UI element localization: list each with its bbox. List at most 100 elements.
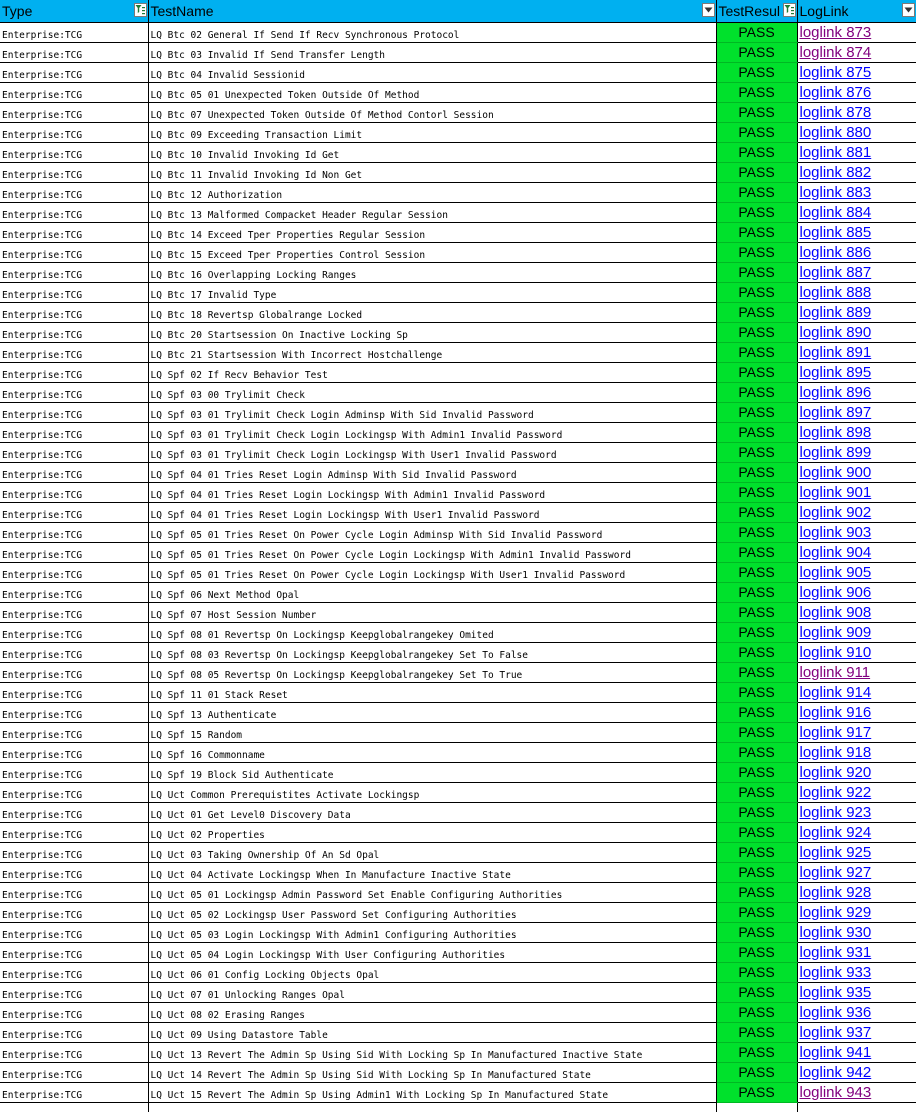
log-link-cell[interactable]: loglink 903 (797, 522, 916, 543)
type-cell[interactable]: Enterprise:TCG (0, 782, 149, 803)
test-result-cell[interactable]: PASS (716, 982, 798, 1003)
log-link[interactable]: loglink 937 (800, 1024, 872, 1041)
type-cell[interactable]: Enterprise:TCG (0, 622, 149, 643)
log-link-cell[interactable]: loglink 874 (797, 42, 916, 63)
log-link[interactable]: loglink 874 (800, 44, 872, 61)
log-link-cell[interactable]: loglink 901 (797, 482, 916, 503)
test-result-cell[interactable]: PASS (716, 162, 798, 183)
type-cell[interactable]: Enterprise:TCG (0, 162, 149, 183)
type-cell[interactable]: Enterprise:TCG (0, 922, 149, 943)
test-name-cell[interactable]: LQ Uct 14 Revert The Admin Sp Using Sid … (148, 1062, 717, 1083)
type-cell[interactable]: Enterprise:TCG (0, 542, 149, 563)
test-result-cell[interactable]: PASS (716, 82, 798, 103)
log-link[interactable]: loglink 896 (800, 384, 872, 401)
type-cell[interactable]: Enterprise:TCG (0, 722, 149, 743)
type-cell[interactable]: Enterprise:TCG (0, 762, 149, 783)
test-result-cell[interactable]: PASS (716, 722, 798, 743)
test-name-cell[interactable]: LQ Btc 10 Invalid Invoking Id Get (148, 142, 717, 163)
log-link-cell[interactable]: loglink 890 (797, 322, 916, 343)
test-result-cell[interactable]: PASS (716, 222, 798, 243)
log-link[interactable]: loglink 911 (800, 664, 871, 681)
type-cell[interactable]: Enterprise:TCG (0, 282, 149, 303)
test-result-cell[interactable]: PASS (716, 362, 798, 383)
log-link[interactable]: loglink 942 (800, 1064, 872, 1081)
test-name-cell[interactable]: LQ Uct 03 Taking Ownership Of An Sd Opal (148, 842, 717, 863)
type-cell[interactable]: Enterprise:TCG (0, 462, 149, 483)
type-cell[interactable]: Enterprise:TCG (0, 402, 149, 423)
test-result-cell[interactable]: PASS (716, 942, 798, 963)
type-cell[interactable]: Enterprise:TCG (0, 802, 149, 823)
test-result-cell[interactable]: PASS (716, 1002, 798, 1023)
log-link[interactable]: loglink 887 (800, 264, 872, 281)
log-link-cell[interactable]: loglink 897 (797, 402, 916, 423)
log-link[interactable]: loglink 875 (800, 64, 872, 81)
type-cell[interactable]: Enterprise:TCG (0, 1022, 149, 1043)
type-cell[interactable]: Enterprise:TCG (0, 22, 149, 43)
log-link[interactable]: loglink 900 (800, 464, 872, 481)
log-link-cell[interactable]: loglink 916 (797, 702, 916, 723)
test-name-cell[interactable]: LQ Spf 02 If Recv Behavior Test (148, 362, 717, 383)
test-result-cell[interactable]: PASS (716, 462, 798, 483)
test-name-cell[interactable]: LQ Btc 21 Startsession With Incorrect Ho… (148, 342, 717, 363)
log-link[interactable]: loglink 922 (800, 784, 872, 801)
test-name-cell[interactable]: LQ Uct 05 04 Login Lockingsp With User C… (148, 942, 717, 963)
log-link[interactable]: loglink 890 (800, 324, 872, 341)
log-link-cell[interactable]: loglink 930 (797, 922, 916, 943)
test-name-cell[interactable]: LQ Btc 05 01 Unexpected Token Outside Of… (148, 82, 717, 103)
test-name-cell[interactable]: LQ Btc 17 Invalid Type (148, 282, 717, 303)
test-result-cell[interactable]: PASS (716, 582, 798, 603)
test-name-cell[interactable]: LQ Uct 01 Get Level0 Discovery Data (148, 802, 717, 823)
type-cell[interactable]: Enterprise:TCG (0, 242, 149, 263)
log-link[interactable]: loglink 873 (800, 24, 872, 41)
log-link-cell[interactable]: loglink 936 (797, 1002, 916, 1023)
log-link-cell[interactable]: loglink 876 (797, 82, 916, 103)
test-result-cell[interactable]: PASS (716, 902, 798, 923)
log-link-cell[interactable]: loglink 928 (797, 882, 916, 903)
test-name-cell[interactable]: LQ Btc 20 Startsession On Inactive Locki… (148, 322, 717, 343)
log-link[interactable]: loglink 886 (800, 244, 872, 261)
log-link[interactable]: loglink 927 (800, 864, 872, 881)
test-result-cell[interactable]: PASS (716, 682, 798, 703)
log-link-cell[interactable]: loglink 929 (797, 902, 916, 923)
filter-dropdown-icon[interactable] (901, 3, 915, 17)
type-cell[interactable]: Enterprise:TCG (0, 262, 149, 283)
log-link[interactable]: loglink 888 (800, 284, 872, 301)
log-link-cell[interactable]: loglink 911 (797, 662, 916, 683)
type-cell[interactable]: Enterprise:TCG (0, 342, 149, 363)
test-result-cell[interactable]: PASS (716, 662, 798, 683)
log-link[interactable]: loglink 910 (800, 644, 872, 661)
test-name-cell[interactable]: LQ Spf 08 05 Revertsp On Lockingsp Keepg… (148, 662, 717, 683)
test-result-cell[interactable]: PASS (716, 322, 798, 343)
test-result-cell[interactable]: PASS (716, 442, 798, 463)
log-link-cell[interactable]: loglink 943 (797, 1082, 916, 1103)
type-cell[interactable]: Enterprise:TCG (0, 302, 149, 323)
log-link[interactable]: loglink 930 (800, 924, 872, 941)
test-name-cell[interactable]: LQ Btc 11 Invalid Invoking Id Non Get (148, 162, 717, 183)
test-result-cell[interactable]: PASS (716, 562, 798, 583)
test-result-cell[interactable]: PASS (716, 382, 798, 403)
log-link-cell[interactable]: loglink 898 (797, 422, 916, 443)
log-link-cell[interactable]: loglink 917 (797, 722, 916, 743)
header-log-link[interactable]: LogLink (797, 0, 916, 23)
log-link[interactable]: loglink 935 (800, 984, 872, 1001)
log-link[interactable]: loglink 929 (800, 904, 872, 921)
log-link[interactable]: loglink 918 (800, 744, 872, 761)
log-link-cell[interactable]: loglink 927 (797, 862, 916, 883)
test-result-cell[interactable]: PASS (716, 522, 798, 543)
log-link-cell[interactable]: loglink 918 (797, 742, 916, 763)
type-cell[interactable]: Enterprise:TCG (0, 982, 149, 1003)
test-name-cell[interactable]: LQ Spf 05 01 Tries Reset On Power Cycle … (148, 562, 717, 583)
test-name-cell[interactable]: LQ Spf 06 Next Method Opal (148, 582, 717, 603)
type-cell[interactable]: Enterprise:TCG (0, 222, 149, 243)
test-result-cell[interactable]: PASS (716, 1022, 798, 1043)
log-link[interactable]: loglink 931 (800, 944, 872, 961)
type-cell[interactable]: Enterprise:TCG (0, 562, 149, 583)
test-name-cell[interactable]: LQ Btc 07 Unexpected Token Outside Of Me… (148, 102, 717, 123)
log-link[interactable]: loglink 943 (800, 1084, 872, 1101)
test-name-cell[interactable]: LQ Spf 04 01 Tries Reset Login Lockingsp… (148, 482, 717, 503)
log-link-cell[interactable]: loglink 902 (797, 502, 916, 523)
log-link-cell[interactable]: loglink 886 (797, 242, 916, 263)
type-cell[interactable]: Enterprise:TCG (0, 902, 149, 923)
log-link[interactable]: loglink 889 (800, 304, 872, 321)
log-link-cell[interactable]: loglink 923 (797, 802, 916, 823)
